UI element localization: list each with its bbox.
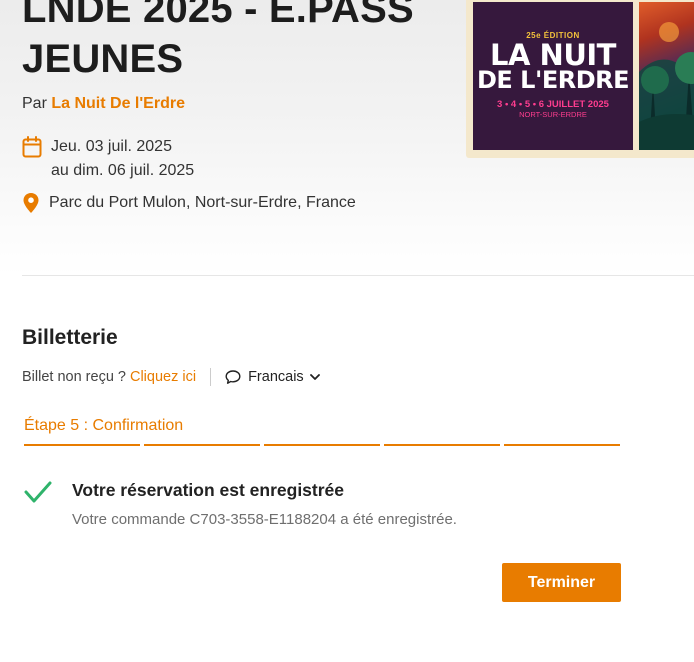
checkmark-icon (24, 481, 52, 503)
date-start: Jeu. 03 juil. 2025 (51, 138, 172, 155)
step-bar-1 (24, 444, 140, 446)
map-pin-icon (23, 193, 39, 213)
event-header: LNDE 2025 - E.PASS JEUNES Par La Nuit De… (0, 0, 694, 276)
event-title: LNDE 2025 - E.PASS JEUNES (22, 0, 414, 81)
jungle-illustration-icon (639, 22, 694, 150)
calendar-icon (22, 136, 42, 158)
event-dates: Jeu. 03 juil. 2025 au dim. 06 juil. 2025 (22, 135, 194, 183)
confirmation-message: Votre commande C703-3558-E1188204 a été … (72, 511, 457, 528)
step-progress (24, 444, 620, 446)
chevron-down-icon (309, 374, 320, 380)
poster-town: NORT-SUR-ERDRE (519, 110, 587, 119)
help-separator (210, 368, 212, 386)
header-divider (22, 275, 694, 276)
step-bar-4 (384, 444, 500, 446)
organizer: Par La Nuit De l'Erdre (22, 95, 185, 113)
date-end: au dim. 06 juil. 2025 (51, 162, 195, 179)
language-label: Francais (248, 369, 304, 385)
click-here-link[interactable]: Cliquez ici (130, 369, 196, 385)
location-text: Parc du Port Mulon, Nort-sur-Erdre, Fran… (49, 194, 356, 211)
finish-button[interactable]: Terminer (502, 563, 621, 602)
poster-dates: 3 • 4 • 5 • 6 JUILLET 2025 (497, 99, 609, 110)
event-poster: 25e ÉDITION LA NUIT DE L'ERDRE 3 • 4 • 5… (466, 0, 694, 158)
poster-title-line2: DE L'ERDRE (477, 66, 629, 94)
organizer-link[interactable]: La Nuit De l'Erdre (51, 95, 185, 112)
step-bar-3 (264, 444, 380, 446)
poster-artwork: 25e ÉDITION LA NUIT DE L'ERDRE 3 • 4 • 5… (473, 2, 633, 150)
step-label: Étape 5 : Confirmation (24, 417, 184, 434)
ticketing-title: Billetterie (22, 326, 118, 349)
chat-bubble-icon (225, 370, 241, 384)
step-bar-5 (504, 444, 620, 446)
confirmation-title: Votre réservation est enregistrée (72, 480, 345, 500)
poster-illustration (639, 2, 694, 150)
language-selector[interactable]: Francais (225, 369, 320, 385)
ticketing-help-row: Billet non reçu ? Cliquez ici Francais (22, 368, 320, 386)
ticket-not-received-text: Billet non reçu ? (22, 369, 126, 385)
event-location: Parc du Port Mulon, Nort-sur-Erdre, Fran… (22, 192, 356, 214)
organizer-prefix: Par (22, 95, 47, 112)
step-bar-2 (144, 444, 260, 446)
